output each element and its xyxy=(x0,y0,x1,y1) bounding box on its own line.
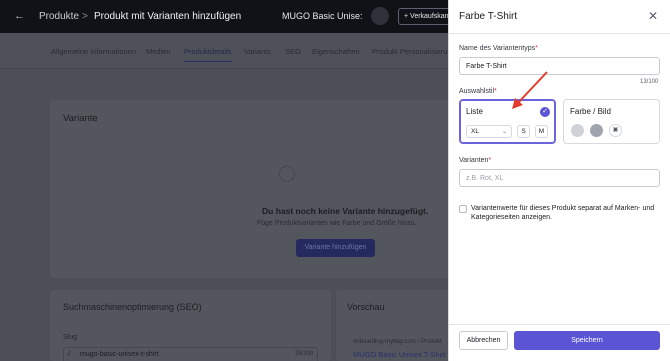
variant-card: Variante xyxy=(50,100,450,278)
image-icon: ▣ xyxy=(609,124,622,137)
size-chip: S xyxy=(517,125,530,138)
tag-icon: ◯ xyxy=(278,165,296,182)
size-select-preview: XL ⌄ xyxy=(466,125,512,138)
tab-seo[interactable]: SEO xyxy=(285,47,301,56)
slug-prefix: / xyxy=(68,351,70,358)
style-option-list-label: Liste xyxy=(466,107,483,116)
size-select-value: XL xyxy=(471,128,479,135)
color-swatch-light xyxy=(571,124,584,137)
color-swatch-dark xyxy=(590,124,603,137)
cancel-button[interactable]: Abbrechen xyxy=(459,331,508,350)
product-thumbnail xyxy=(371,7,389,25)
style-option-color-label: Farbe / Bild xyxy=(570,107,611,116)
product-name: MUGO Basic Unise: xyxy=(282,11,363,21)
variants-input[interactable]: z.B. Rot, XL xyxy=(459,169,660,187)
divider xyxy=(449,324,670,325)
arrow-left-icon[interactable]: ← xyxy=(14,10,25,22)
style-option-list[interactable]: Liste ✓ XL ⌄ S M xyxy=(459,99,556,144)
seo-card: Suchmaschinenoptimierung (SEO) Slug / mu… xyxy=(50,290,331,361)
char-count: 13/100 xyxy=(640,79,659,85)
tab-properties[interactable]: Eigenschaften xyxy=(312,47,360,56)
chevron-down-icon: ⌄ xyxy=(501,129,507,135)
slug-char-count: 25/100 xyxy=(295,351,314,357)
tab-general[interactable]: Allgemeine Informationen xyxy=(51,47,136,56)
slug-value: mugo-basic-unisex-t-shirt xyxy=(80,351,159,358)
tab-variants[interactable]: Variants xyxy=(244,47,271,56)
tab-personalization[interactable]: Produkt Personalisierung xyxy=(372,47,456,56)
separate-display-label: Variantenwerte für dieses Produkt separa… xyxy=(471,205,655,221)
variant-type-panel: Farbe T-Shirt ✕ Name des Variantentyps* … xyxy=(448,0,670,361)
close-icon[interactable]: ✕ xyxy=(648,9,658,23)
tab-media[interactable]: Medien xyxy=(146,47,171,56)
preview-card: Vorschau onboarding-mybkg.com › Produkt … xyxy=(336,290,450,361)
add-variant-button[interactable]: Variante hinzufügen xyxy=(296,239,375,257)
empty-state-title: Du hast noch keine Variante hinzugefügt. xyxy=(262,206,429,216)
panel-title: Farbe T-Shirt xyxy=(459,11,518,22)
tab-product-details[interactable]: Produktdetails xyxy=(184,47,232,62)
preview-url: onboarding-mybkg.com › Produkt xyxy=(353,339,442,345)
variant-section-title: Variante xyxy=(63,113,98,124)
variant-type-name-label: Name des Variantentyps* xyxy=(459,45,538,52)
size-chip: M xyxy=(535,125,548,138)
style-option-color-image[interactable]: Farbe / Bild ▣ xyxy=(563,99,660,144)
preview-link: MUGO Basic Unisex T-Shirt xyxy=(353,350,446,359)
empty-state-subtitle: Füge Produktvarianten wie Farbe und Größ… xyxy=(257,220,417,227)
save-button[interactable]: Speichern xyxy=(514,331,660,350)
preview-title: Vorschau xyxy=(347,302,385,312)
breadcrumb-root[interactable]: Produkte xyxy=(39,11,79,22)
divider xyxy=(449,33,670,34)
separate-display-checkbox[interactable] xyxy=(459,205,467,213)
slug-label: Slug xyxy=(63,334,78,341)
seo-section-title: Suchmaschinenoptimierung (SEO) xyxy=(63,302,202,312)
variant-type-name-input[interactable]: Farbe T-Shirt xyxy=(459,57,660,75)
page-title: Produkt mit Varianten hinzufügen xyxy=(94,11,242,22)
selection-style-label: Auswahlstil* xyxy=(459,88,497,95)
breadcrumb-separator: > xyxy=(82,11,88,22)
variants-label: Varianten* xyxy=(459,157,492,164)
checkmark-icon: ✓ xyxy=(540,107,550,117)
